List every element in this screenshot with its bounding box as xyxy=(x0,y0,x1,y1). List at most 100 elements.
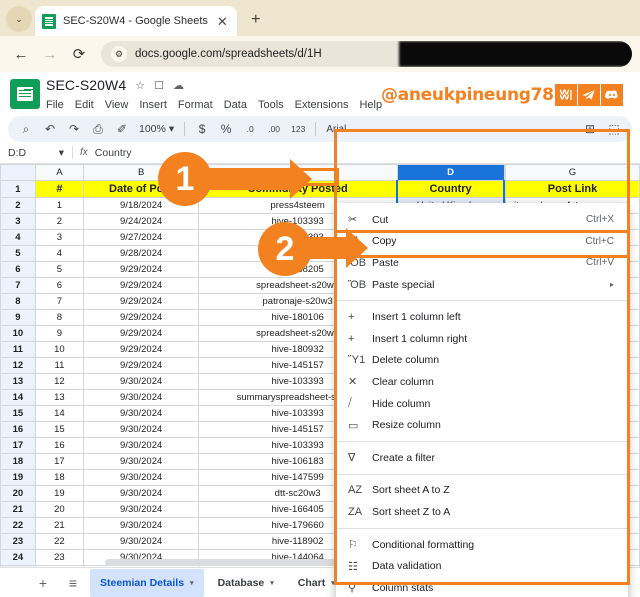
menu-item-sort-sheet-z-to-a[interactable]: ZA Sort sheet Z to A xyxy=(336,501,628,523)
menu-item-conditional-formatting[interactable]: ⚐ Conditional formatting xyxy=(336,534,628,556)
row-header[interactable]: 4 xyxy=(0,229,36,246)
menu-item-delete-column[interactable]: Ὕ1 Delete column xyxy=(336,350,628,372)
menu-item-column-stats[interactable]: ⚲ Column stats xyxy=(336,577,628,597)
cell-column-b[interactable]: 9/28/2024 xyxy=(83,245,200,262)
cell-column-a[interactable]: 11 xyxy=(34,357,85,374)
cell-column-a[interactable]: 16 xyxy=(34,437,85,454)
menu-item-insert-1-column-right[interactable]: + Insert 1 column right xyxy=(336,328,628,350)
cell-column-a[interactable]: 18 xyxy=(34,469,85,486)
row-header[interactable]: 19 xyxy=(0,469,36,486)
cell-column-b[interactable]: 9/30/2024 xyxy=(83,437,200,454)
cell-column-b[interactable]: 9/30/2024 xyxy=(83,533,200,550)
column-header-b[interactable]: B xyxy=(83,164,200,181)
menu-item-data-validation[interactable]: ☷ Data validation xyxy=(336,555,628,577)
row-header[interactable]: 18 xyxy=(0,453,36,470)
row-header[interactable]: 23 xyxy=(0,533,36,550)
percent-format-button[interactable]: % xyxy=(214,118,238,140)
star-icon[interactable]: ☆ xyxy=(135,79,145,92)
undo-icon[interactable]: ↶ xyxy=(38,118,62,140)
cell-a1[interactable]: # xyxy=(34,180,85,198)
sheet-tab-steemian-details[interactable]: Steemian Details ▾ xyxy=(90,568,204,597)
number-format-button[interactable]: 123 xyxy=(286,124,310,134)
paint-format-icon[interactable]: ✐ xyxy=(110,118,134,140)
cell-column-b[interactable]: 9/18/2024 xyxy=(83,197,200,214)
menu-edit[interactable]: Edit xyxy=(75,99,94,111)
cell-column-a[interactable]: 6 xyxy=(34,277,85,294)
row-header[interactable]: 17 xyxy=(0,437,36,454)
row-header[interactable]: 6 xyxy=(0,261,36,278)
row-header[interactable]: 14 xyxy=(0,389,36,406)
row-header[interactable]: 24 xyxy=(0,549,36,566)
row-header[interactable]: 15 xyxy=(0,405,36,422)
menu-item-cut[interactable]: ✂ Cut Ctrl+X xyxy=(336,209,628,231)
column-header-d[interactable]: D xyxy=(396,164,505,181)
menu-format[interactable]: Format xyxy=(178,99,213,111)
cell-column-b[interactable]: 9/29/2024 xyxy=(83,325,200,342)
menu-item-clear-column[interactable]: ✕ Clear column xyxy=(336,371,628,393)
menu-data[interactable]: Data xyxy=(224,99,247,111)
decrease-decimal-button[interactable]: .0 xyxy=(238,118,262,140)
cell-column-b[interactable]: 9/30/2024 xyxy=(83,421,200,438)
cell-column-b[interactable]: 9/27/2024 xyxy=(83,229,200,246)
corner-select-all[interactable] xyxy=(0,164,36,181)
close-icon[interactable]: ✕ xyxy=(215,15,230,28)
menu-item-hide-column[interactable]: ⧸ Hide column xyxy=(336,393,628,415)
cell-column-a[interactable]: 19 xyxy=(34,485,85,502)
column-header-g[interactable]: G xyxy=(504,164,640,181)
borders-icon[interactable]: ⊞ xyxy=(578,118,602,140)
cell-column-b[interactable]: 9/30/2024 xyxy=(83,501,200,518)
menu-file[interactable]: File xyxy=(46,99,64,111)
cell-column-b[interactable]: 9/29/2024 xyxy=(83,357,200,374)
row-header[interactable]: 1 xyxy=(0,180,36,198)
menu-item-paste[interactable]: ὌBPasteCtrl+V xyxy=(336,252,628,274)
font-selector[interactable]: Arial xyxy=(321,124,351,135)
row-header[interactable]: 10 xyxy=(0,325,36,342)
cell-column-b[interactable]: 9/24/2024 xyxy=(83,213,200,230)
search-icon[interactable]: ⌕ xyxy=(14,118,38,140)
row-header[interactable]: 5 xyxy=(0,245,36,262)
menu-item-sort-sheet-a-to-z[interactable]: AZ Sort sheet A to Z xyxy=(336,480,628,502)
reload-icon[interactable]: ⟳ xyxy=(66,41,92,67)
cell-column-a[interactable]: 12 xyxy=(34,373,85,390)
menu-extensions[interactable]: Extensions xyxy=(295,99,349,111)
column-context-menu[interactable]: ✂CutCtrl+X❐CopyCtrl+CὌBPasteCtrl+VὌBPast… xyxy=(336,203,628,597)
forward-icon[interactable]: → xyxy=(37,41,63,67)
formula-input[interactable]: Country xyxy=(95,147,132,159)
row-header[interactable]: 22 xyxy=(0,517,36,534)
cell-column-b[interactable]: 9/30/2024 xyxy=(83,517,200,534)
cell-column-b[interactable]: 9/30/2024 xyxy=(83,469,200,486)
cell-column-b[interactable]: 9/30/2024 xyxy=(83,453,200,470)
cell-column-b[interactable]: 9/29/2024 xyxy=(83,261,200,278)
cell-column-a[interactable]: 20 xyxy=(34,501,85,518)
row-header[interactable]: 21 xyxy=(0,501,36,518)
row-header[interactable]: 2 xyxy=(0,197,36,214)
cell-column-b[interactable]: 9/30/2024 xyxy=(83,389,200,406)
currency-format-button[interactable]: $ xyxy=(190,118,214,140)
cell-column-a[interactable]: 14 xyxy=(34,405,85,422)
browser-tab[interactable]: SEC-S20W4 - Google Sheets ✕ xyxy=(35,6,237,36)
cell-column-b[interactable]: 9/29/2024 xyxy=(83,293,200,310)
row-header[interactable]: 11 xyxy=(0,341,36,358)
chevron-down-icon[interactable]: ▾ xyxy=(59,147,64,159)
tab-search-button[interactable]: ⌄ xyxy=(6,6,32,32)
back-icon[interactable]: ← xyxy=(8,41,34,67)
all-sheets-button[interactable]: ≡ xyxy=(60,570,86,596)
cell-column-b[interactable]: 9/30/2024 xyxy=(83,405,200,422)
cell-column-a[interactable]: 21 xyxy=(34,517,85,534)
menu-item-copy[interactable]: ❐CopyCtrl+C xyxy=(336,231,628,253)
cell-column-a[interactable]: 23 xyxy=(34,549,85,566)
row-header[interactable]: 12 xyxy=(0,357,36,374)
print-icon[interactable]: ⎙ xyxy=(86,118,110,140)
menu-item-create-a-filter[interactable]: ∇ Create a filter xyxy=(336,447,628,469)
redo-icon[interactable]: ↷ xyxy=(62,118,86,140)
menu-item-insert-1-column-left[interactable]: + Insert 1 column left xyxy=(336,306,628,328)
cell-column-b[interactable]: 9/29/2024 xyxy=(83,309,200,326)
menu-item-paste-special[interactable]: ὌB Paste special ▸ xyxy=(336,274,628,296)
name-box[interactable]: D:D ▾ xyxy=(8,147,70,159)
menu-tools[interactable]: Tools xyxy=(258,99,284,111)
cell-column-b[interactable]: 9/30/2024 xyxy=(83,373,200,390)
cell-column-b[interactable]: 9/29/2024 xyxy=(83,341,200,358)
row-header[interactable]: 20 xyxy=(0,485,36,502)
new-tab-button[interactable]: + xyxy=(243,7,269,33)
cell-column-a[interactable]: 9 xyxy=(34,325,85,342)
